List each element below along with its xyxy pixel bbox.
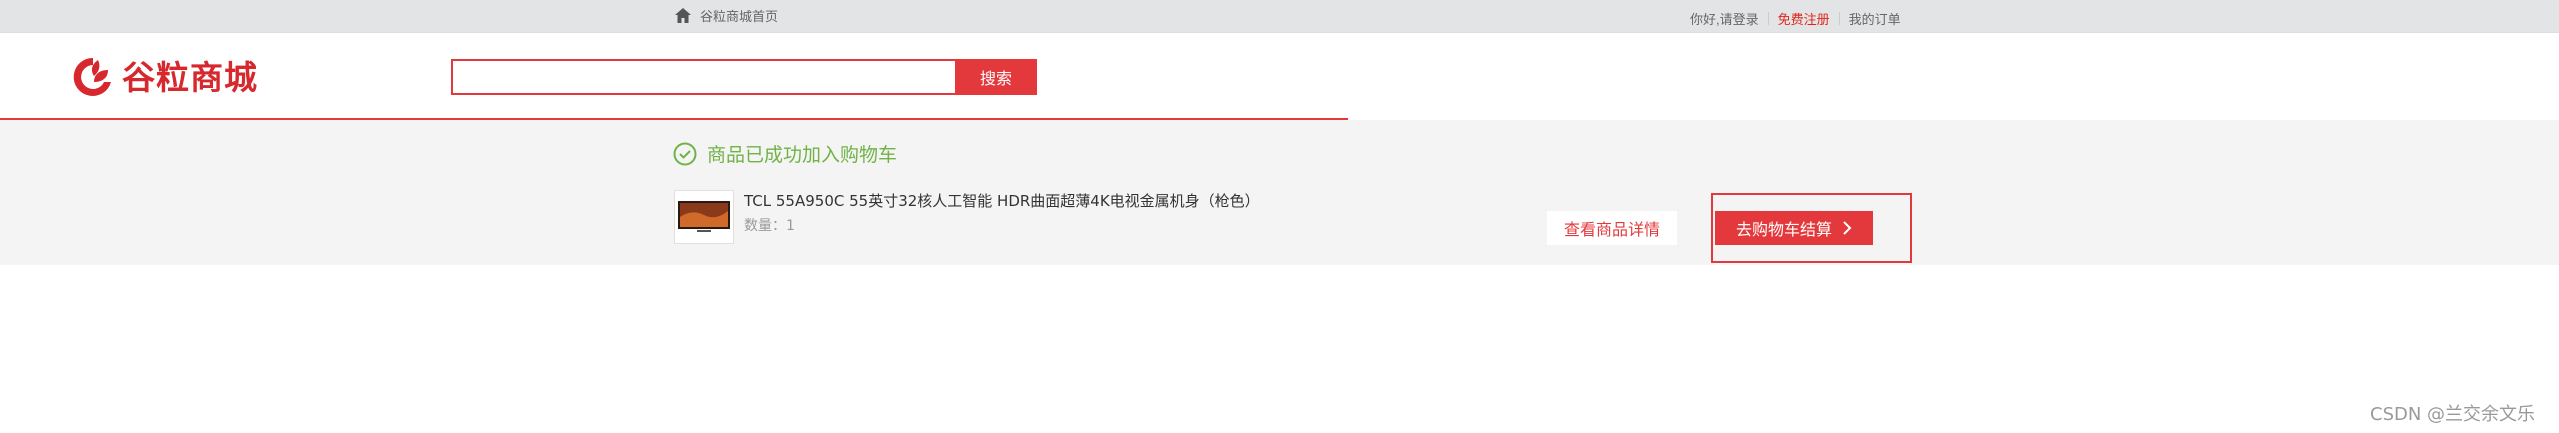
search-button[interactable]: 搜索: [955, 59, 1037, 95]
product-quantity: 数量：1: [744, 218, 795, 234]
logo-text: 谷粒商城: [122, 57, 258, 97]
grain-logo-icon: [73, 57, 111, 96]
register-link[interactable]: 免费注册: [1778, 9, 1830, 28]
watermark: CSDN @兰交余文乐: [2370, 404, 2536, 425]
checkout-button[interactable]: 去购物车结算: [1715, 211, 1873, 245]
login-link[interactable]: 你好,请登录: [1690, 9, 1759, 28]
success-message: 商品已成功加入购物车: [673, 140, 897, 167]
chevron-right-icon: [1843, 221, 1852, 235]
search-bar: 搜索: [451, 59, 1037, 95]
my-orders-link[interactable]: 我的订单: [1849, 9, 1901, 28]
product-thumbnail[interactable]: [674, 190, 734, 244]
search-input[interactable]: [451, 59, 955, 95]
tv-product-image-icon: [678, 201, 730, 232]
top-bar: 谷粒商城首页 你好,请登录 免费注册 我的订单: [0, 0, 2559, 33]
user-links: 你好,请登录 免费注册 我的订单: [1690, 9, 1901, 28]
divider: [1767, 12, 1769, 25]
home-link[interactable]: 谷粒商城首页: [674, 6, 778, 25]
success-message-text: 商品已成功加入购物车: [707, 144, 898, 166]
checkout-button-label: 去购物车结算: [1735, 220, 1832, 239]
divider: [1838, 12, 1840, 25]
add-to-cart-result-panel: [0, 120, 2559, 265]
view-product-details-button[interactable]: 查看商品详情: [1547, 211, 1677, 245]
check-circle-icon: [673, 142, 697, 165]
home-link-label[interactable]: 谷粒商城首页: [700, 6, 778, 25]
site-logo[interactable]: 谷粒商城: [70, 52, 258, 102]
home-icon: [675, 8, 691, 23]
product-name[interactable]: TCL 55A950C 55英寸32核人工智能 HDR曲面超薄4K电视金属机身（…: [744, 190, 1260, 211]
